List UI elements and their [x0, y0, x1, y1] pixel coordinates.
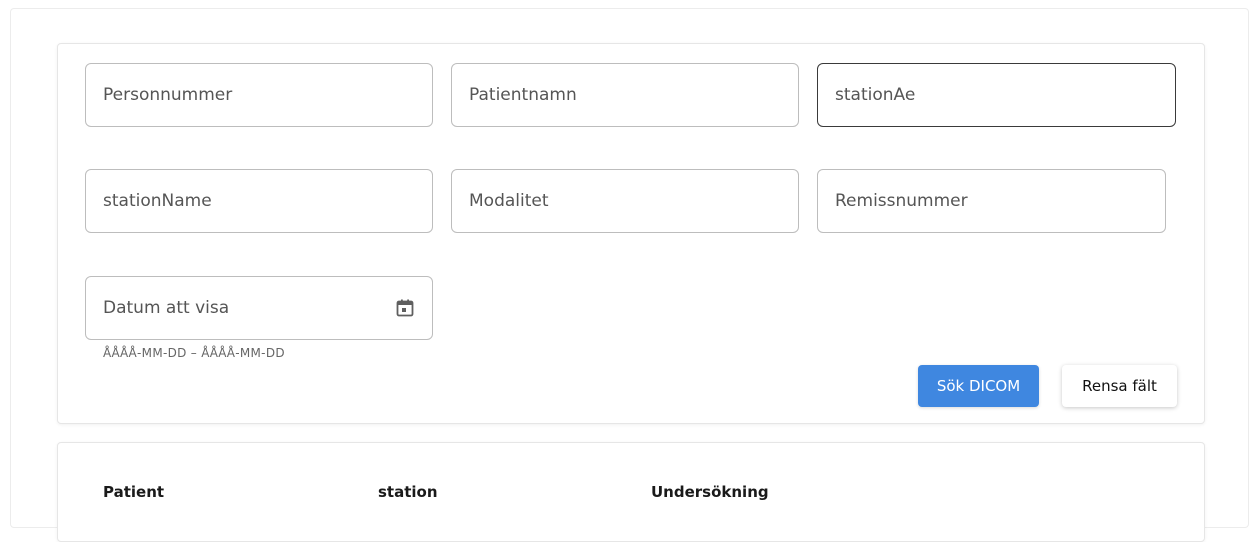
- results-table-card: Patient station Undersökning: [57, 442, 1205, 542]
- date-format-hint: ÅÅÅÅ-MM-DD – ÅÅÅÅ-MM-DD: [103, 346, 285, 360]
- station-ae-label: stationAe: [835, 85, 916, 105]
- personnummer-field[interactable]: Personnummer: [85, 63, 433, 127]
- modalitet-label: Modalitet: [469, 191, 549, 211]
- column-header-station: station: [378, 483, 438, 501]
- modalitet-field[interactable]: Modalitet: [451, 169, 799, 233]
- station-ae-field[interactable]: stationAe: [817, 63, 1176, 127]
- personnummer-label: Personnummer: [103, 85, 233, 105]
- search-dicom-button[interactable]: Sök DICOM: [918, 365, 1039, 407]
- patientnamn-label: Patientnamn: [469, 85, 577, 105]
- column-header-undersokning: Undersökning: [651, 483, 769, 501]
- station-name-label: stationName: [103, 191, 212, 211]
- patientnamn-field[interactable]: Patientnamn: [451, 63, 799, 127]
- date-range-field[interactable]: Datum att visa: [85, 276, 433, 340]
- calendar-icon[interactable]: [395, 298, 415, 318]
- remissnummer-field[interactable]: Remissnummer: [817, 169, 1166, 233]
- date-range-label: Datum att visa: [103, 298, 230, 318]
- clear-fields-button[interactable]: Rensa fält: [1062, 365, 1177, 407]
- search-form-card: Personnummer Patientnamn stationAe stati…: [57, 43, 1205, 424]
- station-name-field[interactable]: stationName: [85, 169, 433, 233]
- remissnummer-label: Remissnummer: [835, 191, 968, 211]
- column-header-patient: Patient: [103, 483, 165, 501]
